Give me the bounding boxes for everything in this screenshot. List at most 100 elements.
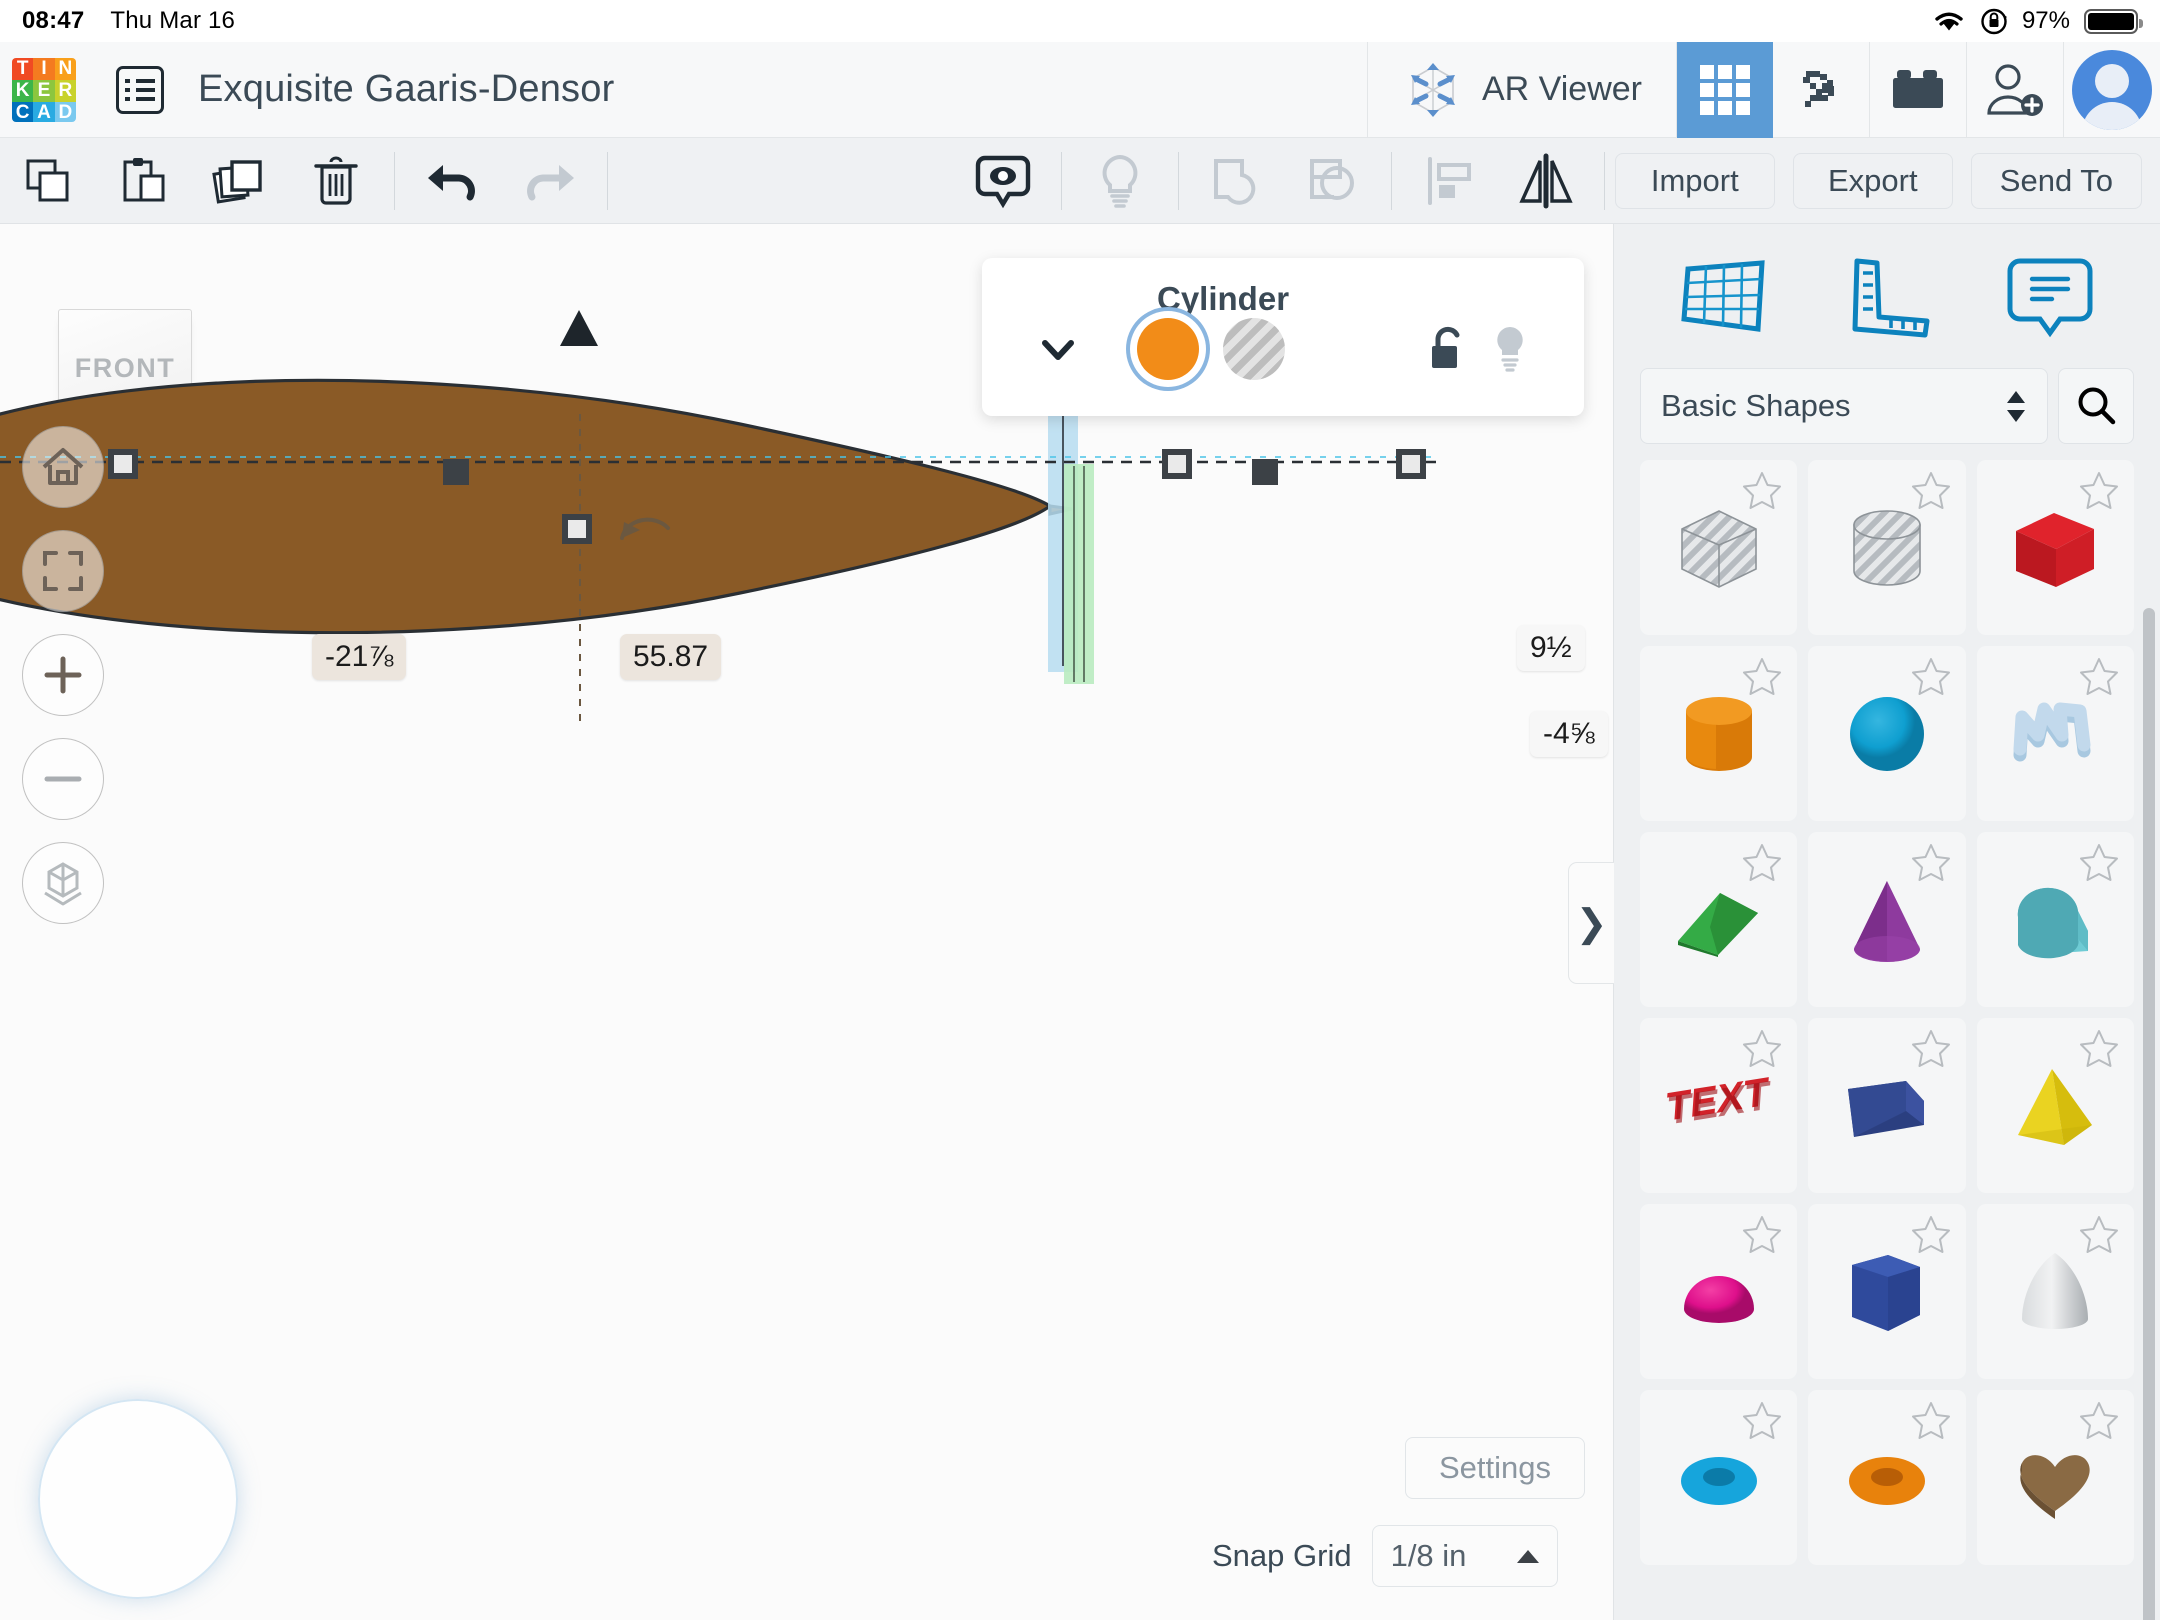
dim-height-z[interactable]: 9½: [1517, 625, 1585, 671]
export-button[interactable]: Export: [1792, 152, 1953, 209]
object-title: Cylinder: [1157, 280, 1290, 317]
snap-grid-select[interactable]: 1/8 in: [1371, 1525, 1558, 1587]
undo-icon[interactable]: [405, 138, 501, 224]
favorite-star-icon[interactable]: [1909, 841, 1953, 885]
shape-scribble[interactable]: [1976, 646, 2134, 821]
lego-brick-icon[interactable]: [1870, 42, 1966, 138]
ar-viewer-button[interactable]: AR Viewer: [1368, 42, 1676, 138]
shape-torus-cyan[interactable]: [1640, 1390, 1798, 1565]
midpoint-handle-right[interactable]: [1252, 459, 1278, 485]
shape-cone[interactable]: [1808, 832, 1966, 1007]
zoom-in-icon[interactable]: [22, 634, 104, 716]
shape-cylinder-hole[interactable]: [1808, 460, 1966, 635]
panel-collapse-tab[interactable]: ❯: [1568, 862, 1614, 984]
lightbulb-icon[interactable]: [1482, 318, 1538, 380]
favorite-star-icon[interactable]: [1909, 1027, 1953, 1071]
favorite-star-icon[interactable]: [1909, 1213, 1953, 1257]
hole-swatch[interactable]: [1223, 318, 1285, 380]
shape-hexagonal-prism[interactable]: [1808, 1204, 1966, 1379]
visibility-eye-icon[interactable]: [955, 138, 1051, 224]
shape-pyramid[interactable]: [1976, 1018, 2134, 1193]
shape-roof[interactable]: [1640, 832, 1798, 1007]
favorite-star-icon[interactable]: [1740, 1399, 1784, 1443]
toolbar-divider-5: [1390, 151, 1392, 210]
edit-toolbar: Import Export Send To: [0, 138, 2160, 224]
shape-sphere[interactable]: [1808, 646, 1966, 821]
dim-offset-y[interactable]: -4⅝: [1530, 711, 1608, 757]
favorite-star-icon[interactable]: [2077, 469, 2121, 513]
toolbar-divider-6: [1603, 151, 1605, 210]
shape-category-value: Basic Shapes: [1661, 388, 1851, 423]
chevron-down-icon[interactable]: [1040, 332, 1076, 368]
selection-axis-line: [0, 456, 1440, 464]
favorite-star-icon[interactable]: [2077, 841, 2121, 885]
favorite-star-icon[interactable]: [1740, 655, 1784, 699]
shape-heart[interactable]: [1976, 1390, 2134, 1565]
resize-handle-right[interactable]: [1162, 449, 1192, 479]
shape-text[interactable]: TEXT TEXT: [1640, 1018, 1798, 1193]
orthographic-view-icon[interactable]: [22, 842, 104, 924]
tinkercad-logo[interactable]: T I N K E R C A D: [12, 57, 76, 122]
settings-button[interactable]: Settings: [1405, 1437, 1585, 1499]
shape-torus-orange[interactable]: [1808, 1390, 1966, 1565]
dim-offset-x[interactable]: -21⅞: [312, 634, 407, 680]
paste-icon[interactable]: [96, 138, 192, 224]
shape-paraboloid[interactable]: [1976, 1204, 2134, 1379]
midpoint-handle-left[interactable]: [443, 459, 469, 485]
logo-tile-c: C: [12, 101, 34, 122]
shape-category-select[interactable]: Basic Shapes: [1640, 368, 2048, 444]
search-icon[interactable]: [2058, 368, 2134, 444]
minecraft-pickaxe-icon[interactable]: [1773, 42, 1869, 138]
copy-icon[interactable]: [0, 138, 96, 224]
favorite-star-icon[interactable]: [2077, 1399, 2121, 1443]
rotate-arrow-icon[interactable]: [610, 494, 680, 554]
favorite-star-icon[interactable]: [1740, 469, 1784, 513]
favorite-star-icon[interactable]: [1740, 1213, 1784, 1257]
shapes-scrollbar[interactable]: [2143, 608, 2155, 1620]
y-axis-arrow[interactable]: [1046, 464, 1116, 684]
blocks-grid-icon[interactable]: [1677, 41, 1773, 138]
favorite-star-icon[interactable]: [2077, 655, 2121, 699]
project-title[interactable]: Exquisite Gaaris-Densor: [198, 68, 614, 111]
favorite-star-icon[interactable]: [2077, 1027, 2121, 1071]
solid-swatch[interactable]: [1137, 318, 1199, 380]
shape-half-sphere[interactable]: [1640, 1204, 1798, 1379]
favorite-star-icon[interactable]: [1909, 655, 1953, 699]
document-list-icon[interactable]: [116, 65, 164, 114]
avatar[interactable]: [2064, 42, 2160, 138]
shape-box[interactable]: [1976, 460, 2134, 635]
resize-handle-left[interactable]: [108, 449, 138, 479]
dim-length-x[interactable]: 55.87: [620, 634, 722, 680]
favorite-star-icon[interactable]: [1909, 1399, 1953, 1443]
favorite-star-icon[interactable]: [1909, 469, 1953, 513]
shape-wedge-polygon[interactable]: [1808, 1018, 1966, 1193]
shape-cylinder[interactable]: [1640, 646, 1798, 821]
workplane-icon[interactable]: [1669, 248, 1779, 348]
shape-box-hole[interactable]: [1640, 460, 1798, 635]
shape-tube-arch[interactable]: [1976, 832, 2134, 1007]
favorite-star-icon[interactable]: [1740, 841, 1784, 885]
brown-3d-object[interactable]: [0, 338, 1090, 680]
notes-icon[interactable]: [1995, 248, 2105, 348]
favorite-star-icon[interactable]: [1740, 1027, 1784, 1071]
unlock-icon[interactable]: [1420, 318, 1476, 380]
toolbar-divider-4: [1177, 151, 1179, 210]
resize-handle-end[interactable]: [1396, 449, 1426, 479]
3d-canvas[interactable]: FRONT -21⅞ 55.87 9½ -4⅝: [0, 224, 1613, 1620]
ruler-icon[interactable]: [1832, 248, 1942, 348]
favorite-star-icon[interactable]: [2077, 1213, 2121, 1257]
import-button[interactable]: Import: [1614, 152, 1775, 209]
delete-trash-icon[interactable]: [288, 138, 384, 224]
home-view-icon[interactable]: [22, 426, 104, 508]
duplicate-icon[interactable]: [192, 138, 288, 224]
rotate-handle-top[interactable]: [562, 514, 592, 544]
add-person-icon[interactable]: [1967, 42, 2063, 138]
zoom-out-icon[interactable]: [22, 738, 104, 820]
toolbar-divider-3: [1060, 151, 1062, 210]
send-to-button[interactable]: Send To: [1970, 152, 2142, 209]
wifi-icon: [1935, 12, 1963, 31]
fit-to-view-icon[interactable]: [22, 530, 104, 612]
mirror-flip-icon[interactable]: [1498, 138, 1594, 224]
logo-tile-d: D: [54, 101, 76, 122]
selection-vertical-line: [579, 414, 581, 724]
